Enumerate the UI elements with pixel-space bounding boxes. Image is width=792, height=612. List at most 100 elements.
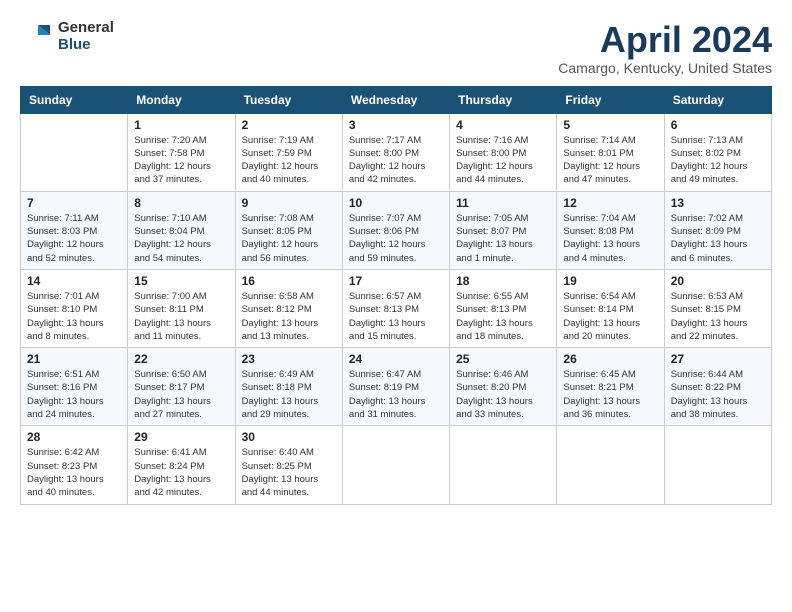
calendar-cell: [450, 426, 557, 504]
day-info: Sunrise: 6:57 AM Sunset: 8:13 PM Dayligh…: [349, 290, 443, 343]
calendar-cell: [21, 113, 128, 191]
day-info: Sunrise: 7:17 AM Sunset: 8:00 PM Dayligh…: [349, 134, 443, 187]
calendar-cell: [557, 426, 664, 504]
calendar-cell: 26 Sunrise: 6:45 AM Sunset: 8:21 PM Dayli…: [557, 348, 664, 426]
day-info: Sunrise: 6:44 AM Sunset: 8:22 PM Dayligh…: [671, 368, 765, 421]
month-title: April 2024: [558, 20, 772, 60]
calendar-cell: 11 Sunrise: 7:05 AM Sunset: 8:07 PM Dayli…: [450, 191, 557, 269]
calendar-cell: 18Sunrise: 6:55 AM Sunset: 8:13 PM Dayli…: [450, 269, 557, 347]
calendar-cell: 23Sunrise: 6:49 AM Sunset: 8:18 PM Dayli…: [235, 348, 342, 426]
day-info: Sunrise: 7:20 AM Sunset: 7:58 PM Dayligh…: [134, 134, 228, 187]
day-info: Sunrise: 7:08 AM Sunset: 8:05 PM Dayligh…: [242, 212, 336, 265]
column-header-sunday: Sunday: [21, 86, 128, 113]
day-number: 8: [134, 196, 228, 210]
day-number: 15: [134, 274, 228, 288]
column-header-thursday: Thursday: [450, 86, 557, 113]
day-info: Sunrise: 7:00 AM Sunset: 8:11 PM Dayligh…: [134, 290, 228, 343]
calendar-week-row: 1 Sunrise: 7:20 AM Sunset: 7:58 PM Daylig…: [21, 113, 772, 191]
day-info: Sunrise: 7:19 AM Sunset: 7:59 PM Dayligh…: [242, 134, 336, 187]
day-info: Sunrise: 6:45 AM Sunset: 8:21 PM Dayligh…: [563, 368, 657, 421]
day-info: Sunrise: 7:02 AM Sunset: 8:09 PM Dayligh…: [671, 212, 765, 265]
calendar-cell: 30Sunrise: 6:40 AM Sunset: 8:25 PM Dayli…: [235, 426, 342, 504]
day-number: 13: [671, 196, 765, 210]
day-number: 1: [134, 118, 228, 132]
logo-blue-text: Blue: [58, 37, 114, 54]
day-number: 6: [671, 118, 765, 132]
calendar-cell: 13 Sunrise: 7:02 AM Sunset: 8:09 PM Dayli…: [664, 191, 771, 269]
day-number: 9: [242, 196, 336, 210]
column-header-tuesday: Tuesday: [235, 86, 342, 113]
calendar-header: SundayMondayTuesdayWednesdayThursdayFrid…: [21, 86, 772, 113]
calendar-cell: [664, 426, 771, 504]
day-number: 17: [349, 274, 443, 288]
column-header-wednesday: Wednesday: [342, 86, 449, 113]
calendar-cell: 4Sunrise: 7:16 AM Sunset: 8:00 PM Daylig…: [450, 113, 557, 191]
logo: General Blue: [20, 20, 114, 53]
day-info: Sunrise: 7:04 AM Sunset: 8:08 PM Dayligh…: [563, 212, 657, 265]
day-info: Sunrise: 6:46 AM Sunset: 8:20 PM Dayligh…: [456, 368, 550, 421]
calendar-cell: 24 Sunrise: 6:47 AM Sunset: 8:19 PM Dayli…: [342, 348, 449, 426]
calendar-cell: 1 Sunrise: 7:20 AM Sunset: 7:58 PM Daylig…: [128, 113, 235, 191]
location-text: Camargo, Kentucky, United States: [558, 60, 772, 76]
calendar-cell: 15 Sunrise: 7:00 AM Sunset: 8:11 PM Dayli…: [128, 269, 235, 347]
day-info: Sunrise: 7:10 AM Sunset: 8:04 PM Dayligh…: [134, 212, 228, 265]
day-number: 26: [563, 352, 657, 366]
day-info: Sunrise: 6:51 AM Sunset: 8:16 PM Dayligh…: [27, 368, 121, 421]
calendar-cell: 22Sunrise: 6:50 AM Sunset: 8:17 PM Dayli…: [128, 348, 235, 426]
day-info: Sunrise: 7:14 AM Sunset: 8:01 PM Dayligh…: [563, 134, 657, 187]
day-info: Sunrise: 7:16 AM Sunset: 8:00 PM Dayligh…: [456, 134, 550, 187]
calendar-cell: 29 Sunrise: 6:41 AM Sunset: 8:24 PM Dayli…: [128, 426, 235, 504]
day-info: Sunrise: 7:01 AM Sunset: 8:10 PM Dayligh…: [27, 290, 121, 343]
day-info: Sunrise: 7:07 AM Sunset: 8:06 PM Dayligh…: [349, 212, 443, 265]
day-info: Sunrise: 6:42 AM Sunset: 8:23 PM Dayligh…: [27, 446, 121, 499]
day-info: Sunrise: 6:41 AM Sunset: 8:24 PM Dayligh…: [134, 446, 228, 499]
calendar-cell: 5 Sunrise: 7:14 AM Sunset: 8:01 PM Daylig…: [557, 113, 664, 191]
calendar-cell: 7Sunrise: 7:11 AM Sunset: 8:03 PM Daylig…: [21, 191, 128, 269]
day-number: 22: [134, 352, 228, 366]
column-header-monday: Monday: [128, 86, 235, 113]
day-number: 2: [242, 118, 336, 132]
calendar-cell: 17 Sunrise: 6:57 AM Sunset: 8:13 PM Dayli…: [342, 269, 449, 347]
day-number: 10: [349, 196, 443, 210]
day-info: Sunrise: 6:54 AM Sunset: 8:14 PM Dayligh…: [563, 290, 657, 343]
day-number: 23: [242, 352, 336, 366]
calendar-week-row: 21 Sunrise: 6:51 AM Sunset: 8:16 PM Dayli…: [21, 348, 772, 426]
day-info: Sunrise: 6:55 AM Sunset: 8:13 PM Dayligh…: [456, 290, 550, 343]
calendar-cell: 3 Sunrise: 7:17 AM Sunset: 8:00 PM Daylig…: [342, 113, 449, 191]
calendar-cell: 21 Sunrise: 6:51 AM Sunset: 8:16 PM Dayli…: [21, 348, 128, 426]
calendar-cell: 10 Sunrise: 7:07 AM Sunset: 8:06 PM Dayli…: [342, 191, 449, 269]
day-number: 24: [349, 352, 443, 366]
logo-text: General Blue: [58, 20, 114, 53]
title-block: April 2024 Camargo, Kentucky, United Sta…: [558, 20, 772, 76]
calendar-cell: 6Sunrise: 7:13 AM Sunset: 8:02 PM Daylig…: [664, 113, 771, 191]
day-number: 7: [27, 196, 121, 210]
day-info: Sunrise: 6:58 AM Sunset: 8:12 PM Dayligh…: [242, 290, 336, 343]
calendar-table: SundayMondayTuesdayWednesdayThursdayFrid…: [20, 86, 772, 505]
day-number: 12: [563, 196, 657, 210]
day-info: Sunrise: 6:40 AM Sunset: 8:25 PM Dayligh…: [242, 446, 336, 499]
day-number: 14: [27, 274, 121, 288]
calendar-week-row: 14 Sunrise: 7:01 AM Sunset: 8:10 PM Dayli…: [21, 269, 772, 347]
day-info: Sunrise: 6:47 AM Sunset: 8:19 PM Dayligh…: [349, 368, 443, 421]
day-number: 3: [349, 118, 443, 132]
calendar-week-row: 28 Sunrise: 6:42 AM Sunset: 8:23 PM Dayli…: [21, 426, 772, 504]
column-header-saturday: Saturday: [664, 86, 771, 113]
day-number: 5: [563, 118, 657, 132]
column-header-friday: Friday: [557, 86, 664, 113]
calendar-cell: 25 Sunrise: 6:46 AM Sunset: 8:20 PM Dayli…: [450, 348, 557, 426]
calendar-cell: 14 Sunrise: 7:01 AM Sunset: 8:10 PM Dayli…: [21, 269, 128, 347]
day-number: 28: [27, 430, 121, 444]
calendar-cell: 2 Sunrise: 7:19 AM Sunset: 7:59 PM Daylig…: [235, 113, 342, 191]
day-info: Sunrise: 7:05 AM Sunset: 8:07 PM Dayligh…: [456, 212, 550, 265]
calendar-week-row: 7Sunrise: 7:11 AM Sunset: 8:03 PM Daylig…: [21, 191, 772, 269]
calendar-cell: 28 Sunrise: 6:42 AM Sunset: 8:23 PM Dayli…: [21, 426, 128, 504]
day-number: 21: [27, 352, 121, 366]
day-number: 29: [134, 430, 228, 444]
day-number: 25: [456, 352, 550, 366]
calendar-cell: [342, 426, 449, 504]
calendar-cell: 27Sunrise: 6:44 AM Sunset: 8:22 PM Dayli…: [664, 348, 771, 426]
day-number: 20: [671, 274, 765, 288]
calendar-cell: 20Sunrise: 6:53 AM Sunset: 8:15 PM Dayli…: [664, 269, 771, 347]
day-number: 11: [456, 196, 550, 210]
calendar-cell: 9 Sunrise: 7:08 AM Sunset: 8:05 PM Daylig…: [235, 191, 342, 269]
